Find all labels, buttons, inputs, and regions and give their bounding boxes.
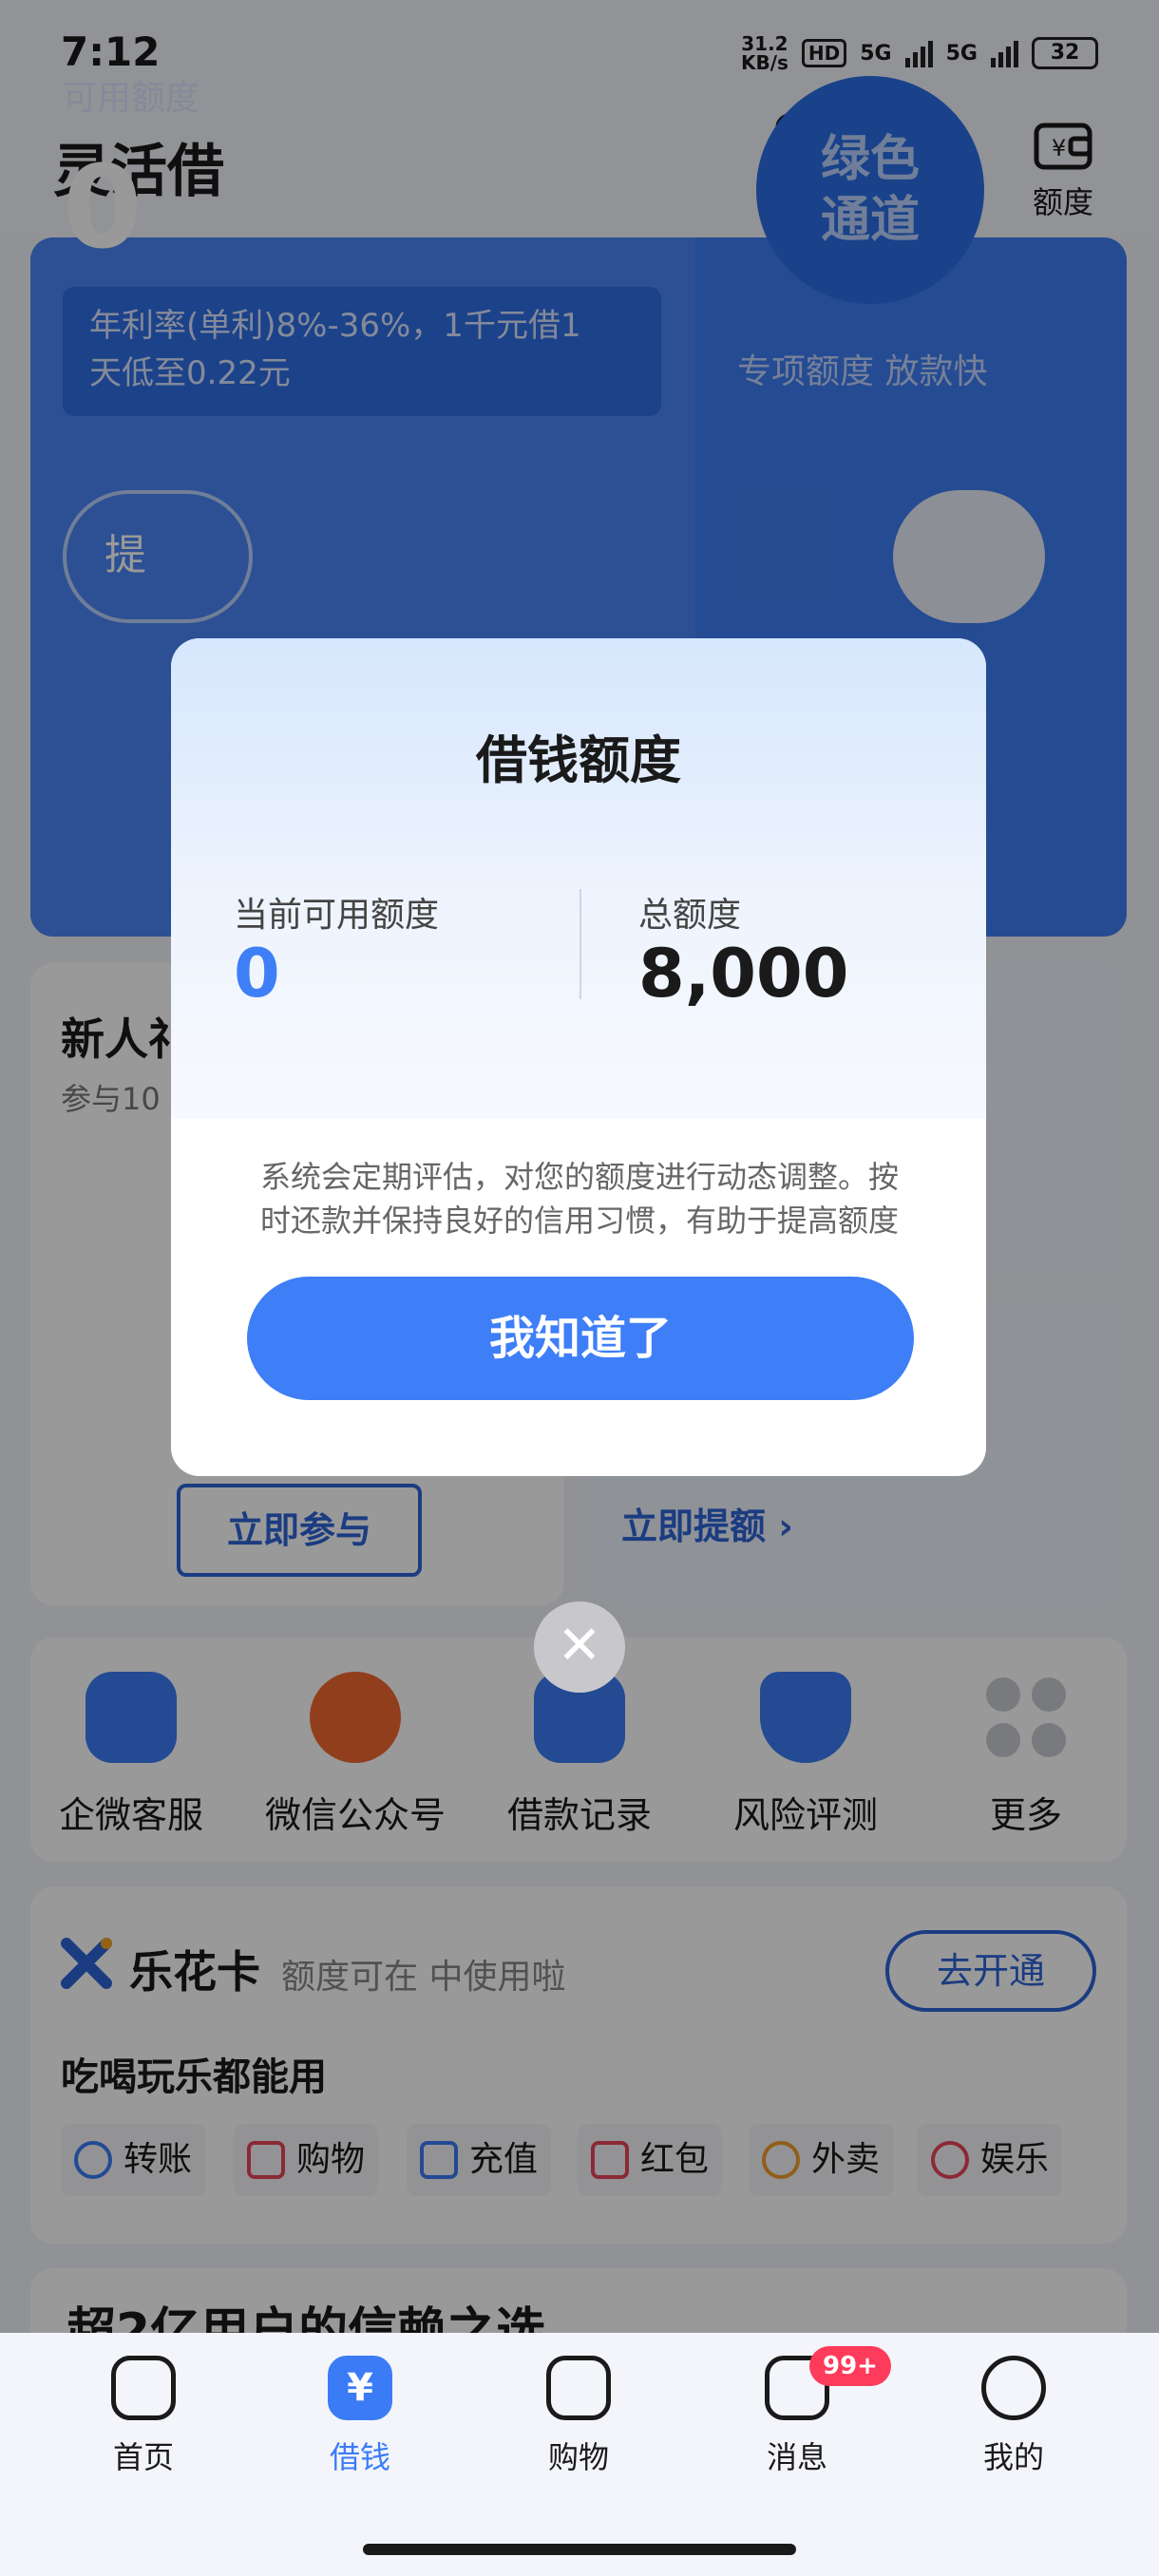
tab-profile[interactable]: 我的 [942, 2356, 1085, 2477]
got-it-button[interactable]: 我知道了 [247, 1277, 914, 1400]
tab-label: 消息 [766, 2439, 827, 2475]
dialog-note: 系统会定期评估，对您的额度进行动态调整。按 时还款并保持良好的信用习惯，有助于提… [247, 1155, 912, 1242]
dialog-title: 借钱额度 [476, 730, 681, 790]
close-icon[interactable]: ✕ [534, 1601, 625, 1693]
profile-icon [981, 2356, 1046, 2420]
tab-home[interactable]: 首页 [72, 2356, 215, 2477]
tab-label: 借钱 [329, 2439, 390, 2475]
home-icon [111, 2356, 176, 2420]
tab-label: 我的 [982, 2439, 1044, 2475]
tab-borrow[interactable]: ¥ 借钱 [289, 2356, 431, 2477]
current-limit-label: 当前可用额度 [234, 896, 440, 935]
total-limit-label: 总额度 [638, 896, 742, 935]
dialog-divider [580, 889, 581, 999]
tab-label: 首页 [112, 2439, 174, 2475]
dialog-header-bg [171, 638, 986, 1119]
yuan-icon: ¥ [328, 2356, 392, 2420]
message-badge: 99+ [809, 2346, 891, 2386]
current-limit-value: 0 [234, 935, 280, 1013]
shopping-bag-icon [546, 2356, 611, 2420]
tab-shopping[interactable]: 购物 [507, 2356, 650, 2477]
note-line-1: 系统会定期评估，对您的额度进行动态调整。按 [259, 1159, 899, 1195]
tab-label: 购物 [547, 2439, 609, 2475]
home-indicator [363, 2544, 796, 2555]
note-line-2: 时还款并保持良好的信用习惯，有助于提高额度 [259, 1203, 899, 1239]
limit-dialog: 借钱额度 当前可用额度 0 总额度 8,000 系统会定期评估，对您的额度进行动… [171, 638, 986, 1476]
total-limit-value: 8,000 [638, 935, 849, 1013]
